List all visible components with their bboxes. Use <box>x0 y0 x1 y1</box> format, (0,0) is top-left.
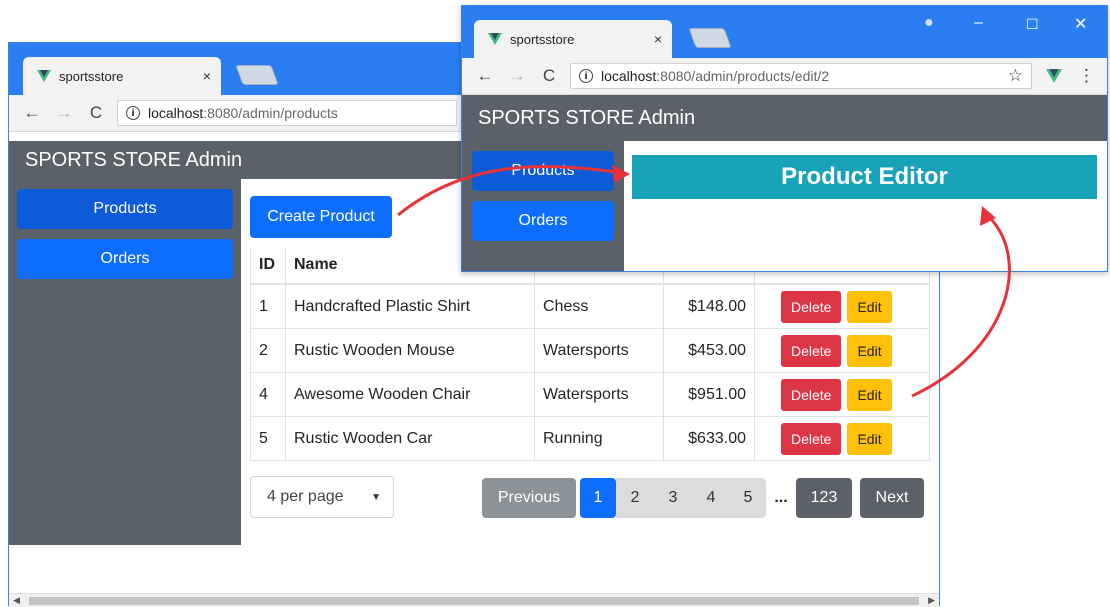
browser-toolbar: ← → C i localhost :8080/admin/products/e… <box>462 58 1107 95</box>
cell-name: Awesome Wooden Chair <box>285 372 535 417</box>
pagination-page-5[interactable]: 5 <box>730 478 766 518</box>
pagination-previous-button[interactable]: Previous <box>482 478 576 518</box>
cell-actions: Delete Edit <box>754 372 930 417</box>
reload-icon[interactable]: C <box>540 66 558 86</box>
edit-button[interactable]: Edit <box>847 334 892 367</box>
cell-category: Running <box>534 416 664 461</box>
minimize-icon[interactable]: – <box>974 14 983 32</box>
tab-title: sportsstore <box>59 68 124 84</box>
admin-navbar: SPORTS STORE Admin <box>462 95 1107 141</box>
browser-tab[interactable]: sportsstore × <box>474 20 672 58</box>
cell-category: Watersports <box>534 328 664 373</box>
app-title: SPORTS STORE Admin <box>478 106 696 129</box>
back-arrow-icon[interactable]: ← <box>23 103 41 123</box>
address-bar[interactable]: i localhost :8080/admin/products <box>117 100 457 126</box>
sidebar-products-button[interactable]: Products <box>472 151 614 191</box>
cell-id: 2 <box>250 328 286 373</box>
scroll-left-icon[interactable]: ◀ <box>13 595 20 606</box>
sidebar-orders-button[interactable]: Orders <box>472 201 614 241</box>
cell-category: Watersports <box>534 372 664 417</box>
edit-button[interactable]: Edit <box>847 422 892 455</box>
bookmark-star-icon[interactable]: ☆ <box>1008 66 1023 86</box>
pagination-page-4[interactable]: 4 <box>692 478 730 518</box>
cell-actions: Delete Edit <box>754 328 930 373</box>
cell-price: $453.00 <box>663 328 755 373</box>
delete-button[interactable]: Delete <box>781 334 842 367</box>
tab-close-icon[interactable]: × <box>203 68 211 84</box>
table-row: 5 Rustic Wooden Car Running $633.00 Dele… <box>250 416 930 461</box>
account-icon[interactable]: ● <box>924 14 934 32</box>
table-row: 4 Awesome Wooden Chair Watersports $951.… <box>250 372 930 417</box>
menu-icon[interactable]: ⋮ <box>1078 66 1095 86</box>
back-arrow-icon[interactable]: ← <box>476 66 494 86</box>
url-host: localhost <box>148 105 204 121</box>
vue-devtools-icon[interactable] <box>1046 69 1062 83</box>
maximize-icon[interactable]: ☐ <box>1026 16 1039 33</box>
info-icon[interactable]: i <box>126 106 140 120</box>
cell-price: $633.00 <box>663 416 755 461</box>
cell-actions: Delete Edit <box>754 416 930 461</box>
url-host: localhost <box>601 68 657 84</box>
cell-id: 1 <box>250 283 286 329</box>
tab-close-icon[interactable]: × <box>654 31 662 47</box>
table-row: 1 Handcrafted Plastic Shirt Chess $148.0… <box>250 283 930 329</box>
browser-tab[interactable]: sportsstore × <box>23 57 221 95</box>
delete-button[interactable]: Delete <box>781 378 842 411</box>
cell-id: 5 <box>250 416 286 461</box>
cell-name: Rustic Wooden Car <box>285 416 535 461</box>
cell-price: $951.00 <box>663 372 755 417</box>
header-id: ID <box>250 247 286 285</box>
address-bar[interactable]: i localhost :8080/admin/products/edit/2 … <box>570 63 1032 89</box>
pagination-page-3[interactable]: 3 <box>654 478 692 518</box>
cell-category: Chess <box>534 283 664 329</box>
url-path: :8080/admin/products/edit/2 <box>656 68 830 84</box>
cell-price: $148.00 <box>663 283 755 329</box>
forward-arrow-icon[interactable]: → <box>508 66 526 86</box>
pagination-page-2[interactable]: 2 <box>616 478 654 518</box>
edit-button[interactable]: Edit <box>847 378 892 411</box>
info-icon[interactable]: i <box>579 69 593 83</box>
vue-logo-icon <box>37 70 51 82</box>
sidebar-products-button[interactable]: Products <box>17 189 233 229</box>
vue-logo-icon <box>488 33 502 45</box>
cell-id: 4 <box>250 372 286 417</box>
caret-down-icon: ▼ <box>371 491 381 503</box>
pagination-ellipsis: ... <box>774 489 788 506</box>
pagination-last-page[interactable]: 123 <box>796 478 852 518</box>
cell-name: Handcrafted Plastic Shirt <box>285 283 535 329</box>
table-row: 2 Rustic Wooden Mouse Watersports $453.0… <box>250 328 930 373</box>
title-bar: sportsstore × ● – ☐ ✕ <box>462 6 1107 58</box>
admin-sidebar: Products Orders <box>462 141 624 271</box>
create-product-button[interactable]: Create Product <box>250 196 392 238</box>
scrollbar-thumb[interactable] <box>29 597 919 605</box>
close-window-icon[interactable]: ✕ <box>1074 14 1087 34</box>
products-table: ID Name 1 Handcrafted Plastic Shirt Ches… <box>250 247 930 461</box>
admin-sidebar: Products Orders <box>9 179 241 545</box>
app-title: SPORTS STORE Admin <box>25 148 243 171</box>
scroll-right-icon[interactable]: ▶ <box>928 595 935 606</box>
url-path: :8080/admin/products <box>203 105 338 121</box>
product-editor-header: Product Editor <box>632 155 1097 199</box>
front-browser-window: sportsstore × ● – ☐ ✕ ← → C i localhost … <box>461 5 1108 272</box>
page-size-value: 4 per page <box>267 488 344 505</box>
edit-button[interactable]: Edit <box>847 290 892 323</box>
forward-arrow-icon[interactable]: → <box>55 103 73 123</box>
page-size-select[interactable]: 4 per page ▼ <box>250 476 394 518</box>
cell-name: Rustic Wooden Mouse <box>285 328 535 373</box>
sidebar-orders-button[interactable]: Orders <box>17 239 233 279</box>
cell-actions: Delete Edit <box>754 283 930 329</box>
delete-button[interactable]: Delete <box>781 290 842 323</box>
new-tab-button[interactable] <box>235 65 279 85</box>
tab-title: sportsstore <box>510 31 575 47</box>
reload-icon[interactable]: C <box>87 103 105 123</box>
pagination-next-button[interactable]: Next <box>860 478 924 518</box>
new-tab-button[interactable] <box>688 28 732 48</box>
delete-button[interactable]: Delete <box>781 422 842 455</box>
pagination-page-1[interactable]: 1 <box>580 478 616 518</box>
